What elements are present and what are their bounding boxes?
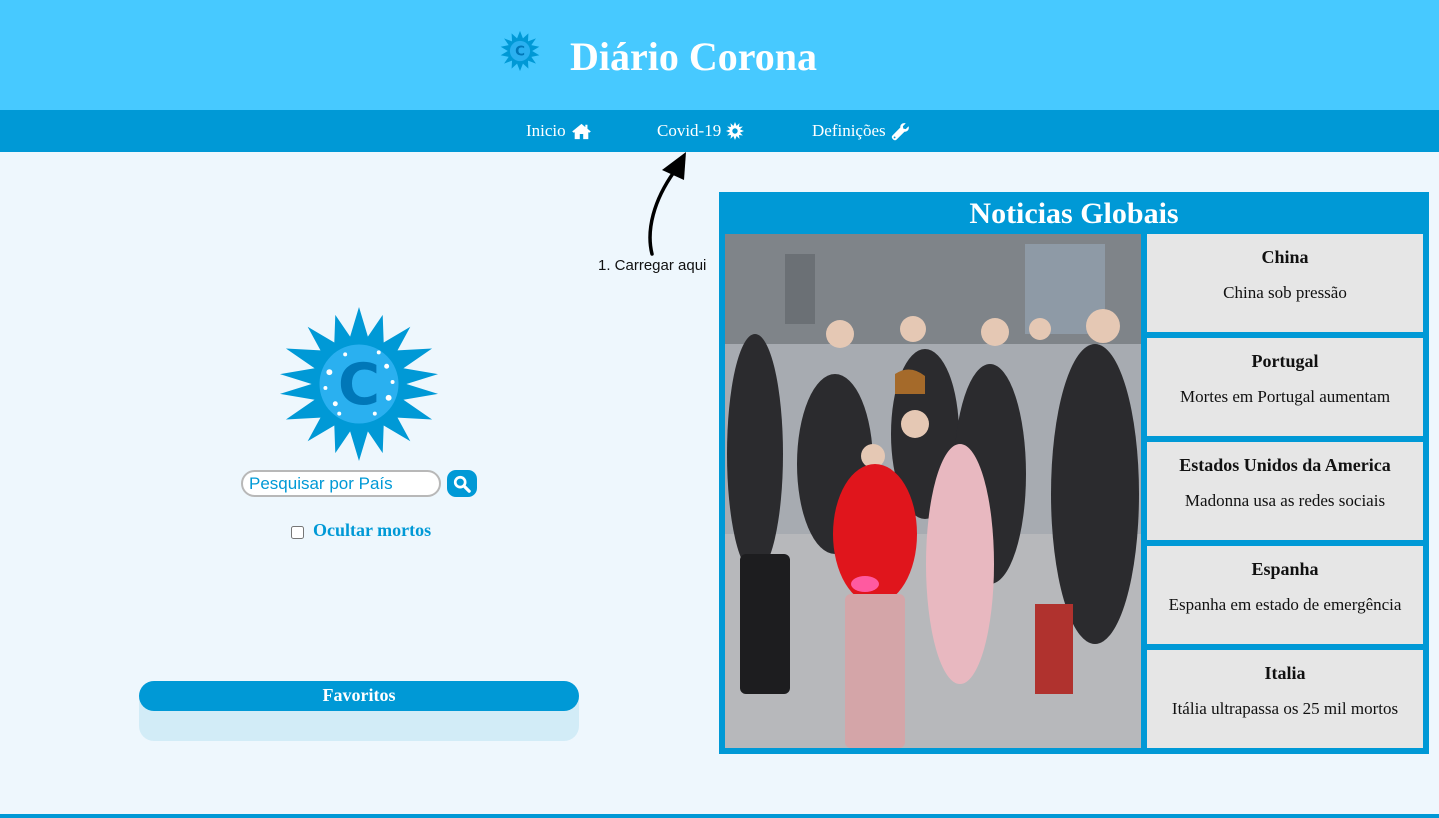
news-country: Estados Unidos da America <box>1179 455 1391 475</box>
nav-item-label: Covid-19 <box>657 121 722 140</box>
nav-item-definicoes[interactable]: Definições <box>812 110 910 152</box>
nav-item-inicio[interactable]: Inicio <box>526 110 592 152</box>
news-country: Italia <box>1264 663 1306 683</box>
nav-item-covid[interactable]: Covid-19 <box>657 110 745 152</box>
hide-dead-checkbox[interactable] <box>291 525 304 539</box>
news-headline: Mortes em Portugal aumentam <box>1179 387 1391 406</box>
home-icon <box>571 123 591 139</box>
news-card[interactable]: Espanha Espanha em estado de emergência <box>1147 546 1423 644</box>
global-news-panel: Noticias Globais China China sob pressão… <box>719 192 1429 754</box>
news-headline: Espanha em estado de emergência <box>1168 595 1402 614</box>
favorites-title[interactable]: Favoritos <box>139 681 579 711</box>
news-headline: China sob pressão <box>1223 283 1347 302</box>
coronavirus-logo-icon: C <box>280 306 438 462</box>
svg-text:C: C <box>338 351 380 418</box>
news-country: China <box>1261 247 1309 267</box>
annotation-arrow <box>648 152 686 256</box>
search-bar <box>241 470 477 497</box>
search-button[interactable] <box>447 470 477 497</box>
annotation-text: 1. Carregar aqui <box>598 257 707 274</box>
news-card[interactable]: Estados Unidos da America Madonna usa as… <box>1147 442 1423 540</box>
coronavirus-logo-icon: C <box>500 30 540 72</box>
news-card[interactable]: Portugal Mortes em Portugal aumentam <box>1147 338 1423 436</box>
search-icon <box>453 475 471 493</box>
news-card[interactable]: Italia Itália ultrapassa os 25 mil morto… <box>1147 650 1423 748</box>
virus-icon <box>726 122 745 140</box>
nav-item-label: Definições <box>812 121 886 140</box>
main-nav: Inicio Covid-19 Definições <box>0 110 1439 152</box>
footer-divider <box>0 814 1439 818</box>
hide-dead-option: Ocultar mortos <box>291 520 431 541</box>
hide-dead-label[interactable]: Ocultar mortos <box>313 520 431 541</box>
site-header: C Diário Corona <box>0 0 1439 110</box>
search-input[interactable] <box>241 470 441 497</box>
nav-item-label: Inicio <box>526 121 566 140</box>
site-title: Diário Corona <box>570 34 818 79</box>
news-title: Noticias Globais <box>969 197 1179 230</box>
news-photo <box>725 234 1141 748</box>
news-photo-illustration <box>725 234 1141 748</box>
news-country: Portugal <box>1251 351 1319 371</box>
news-headline: Itália ultrapassa os 25 mil mortos <box>1171 699 1399 718</box>
news-list: China China sob pressão Portugal Mortes … <box>1147 234 1423 754</box>
news-headline: Madonna usa as redes sociais <box>1184 491 1386 510</box>
svg-text:C: C <box>515 45 525 60</box>
news-country: Espanha <box>1251 559 1319 579</box>
favorites-panel: Favoritos <box>139 681 579 741</box>
news-card[interactable]: China China sob pressão <box>1147 234 1423 332</box>
wrench-icon <box>891 122 909 140</box>
